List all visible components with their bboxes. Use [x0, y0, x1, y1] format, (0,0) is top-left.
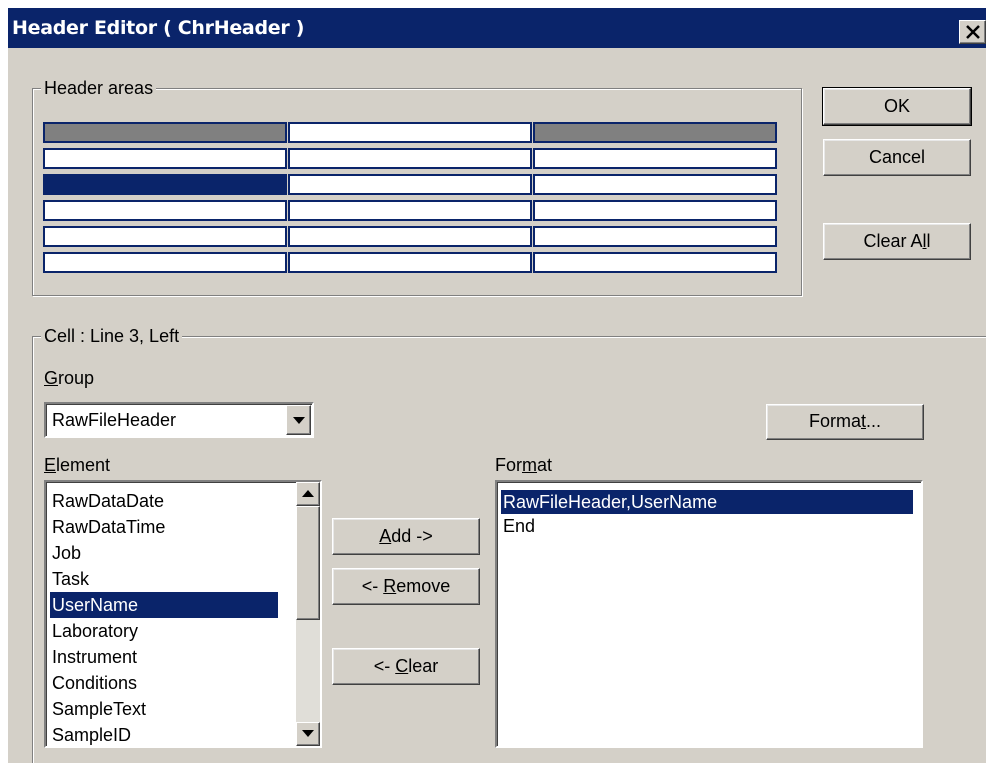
- header-area-cell-r6-c3[interactable]: [533, 252, 777, 273]
- header-area-cell-r2-c3[interactable]: [533, 148, 777, 169]
- format-list-item[interactable]: RawFileHeader,UserName: [501, 490, 913, 514]
- header-areas-group: Header areas: [32, 77, 802, 296]
- clear-button[interactable]: <- Clear: [332, 648, 480, 685]
- scroll-up-button[interactable]: [296, 482, 320, 506]
- header-area-cell-r4-c2[interactable]: [288, 200, 532, 221]
- title-bar[interactable]: Header Editor ( ChrHeader ): [8, 8, 986, 48]
- clear-all-button-label: Clear All: [863, 231, 931, 251]
- remove-button[interactable]: <- Remove: [332, 568, 480, 605]
- header-area-cell-r3-c3[interactable]: [533, 174, 777, 195]
- scroll-down-button[interactable]: [296, 722, 320, 746]
- element-list-item[interactable]: Instrument: [50, 644, 278, 670]
- arrow-down-icon: [302, 730, 314, 737]
- format-list-item[interactable]: End: [501, 514, 913, 538]
- element-list-item[interactable]: Laboratory: [50, 618, 278, 644]
- group-dropdown-button[interactable]: [286, 405, 311, 435]
- element-list-item[interactable]: RawDataDate: [50, 488, 278, 514]
- cancel-button[interactable]: Cancel: [823, 139, 971, 176]
- header-area-cell-r2-c2[interactable]: [288, 148, 532, 169]
- header-area-cell-r3-c2[interactable]: [288, 174, 532, 195]
- element-list-item[interactable]: UserName: [50, 592, 278, 618]
- header-area-cell-r5-c3[interactable]: [533, 226, 777, 247]
- header-area-cell-r6-c1[interactable]: [43, 252, 287, 273]
- header-areas-legend: Header areas: [41, 77, 157, 99]
- close-button[interactable]: [959, 20, 986, 44]
- chevron-down-icon: [293, 417, 305, 424]
- header-editor-dialog: Header Editor ( ChrHeader ) Header areas…: [8, 8, 986, 763]
- element-list-item[interactable]: Conditions: [50, 670, 278, 696]
- header-area-cell-r4-c1[interactable]: [43, 200, 287, 221]
- header-area-cell-r2-c1[interactable]: [43, 148, 287, 169]
- header-area-cell-r1-c1[interactable]: [43, 122, 287, 143]
- add-button-label: Add ->: [379, 526, 433, 546]
- clear-all-button[interactable]: Clear All: [823, 223, 971, 260]
- element-list-item[interactable]: RawDataTime: [50, 514, 278, 540]
- window-title: Header Editor ( ChrHeader ): [12, 17, 305, 39]
- element-list-item[interactable]: Job: [50, 540, 278, 566]
- group-label: Group: [44, 368, 95, 388]
- group-dropdown-value: RawFileHeader: [52, 410, 177, 430]
- ok-button[interactable]: OK: [822, 87, 972, 126]
- group-dropdown[interactable]: RawFileHeader: [44, 402, 314, 438]
- element-list-item[interactable]: SampleID: [50, 722, 278, 746]
- element-listbox[interactable]: RawDataDate RawDataTime Job Task UserName Lab…: [44, 480, 322, 748]
- format-listbox[interactable]: RawFileHeader,UserName End: [495, 480, 923, 748]
- cancel-button-label: Cancel: [868, 147, 926, 167]
- header-area-cell-r5-c1[interactable]: [43, 226, 287, 247]
- header-area-cell-r1-c2[interactable]: [288, 122, 532, 143]
- header-area-cell-r1-c3[interactable]: [533, 122, 777, 143]
- element-list-item[interactable]: Task: [50, 566, 278, 592]
- clear-button-label: <- Clear: [373, 656, 439, 676]
- header-area-cell-r3-c1[interactable]: [43, 174, 287, 195]
- format-button[interactable]: Format...: [766, 404, 924, 440]
- add-button[interactable]: Add ->: [332, 518, 480, 555]
- scroll-thumb[interactable]: [296, 506, 320, 620]
- element-list-item[interactable]: SampleText: [50, 696, 278, 722]
- format-button-label: Format...: [808, 411, 882, 431]
- close-icon: [966, 25, 980, 39]
- ok-button-label: OK: [883, 96, 910, 116]
- format-label: Format: [495, 455, 553, 475]
- element-scrollbar[interactable]: [296, 482, 320, 746]
- header-area-cell-r6-c2[interactable]: [288, 252, 532, 273]
- header-area-cell-r4-c3[interactable]: [533, 200, 777, 221]
- arrow-up-icon: [302, 490, 314, 497]
- header-area-cell-r5-c2[interactable]: [288, 226, 532, 247]
- cell-legend: Cell : Line 3, Left: [41, 325, 183, 347]
- remove-button-label: <- Remove: [361, 576, 451, 596]
- element-label: Element: [44, 455, 111, 475]
